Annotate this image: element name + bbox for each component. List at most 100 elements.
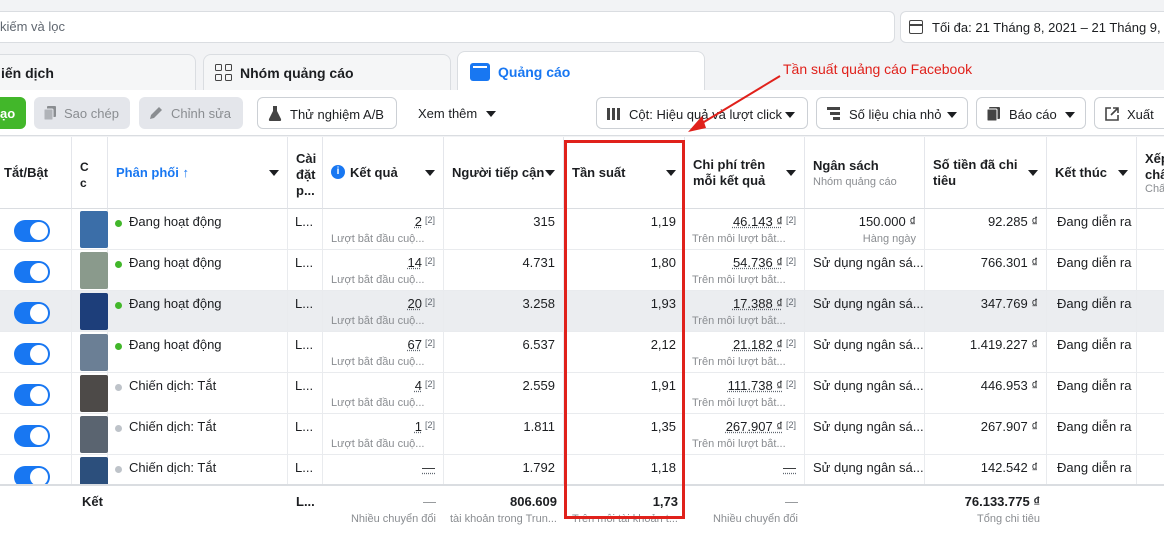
reach-value: 4.731	[522, 255, 555, 270]
chevron-down-icon	[545, 170, 555, 176]
create-button[interactable]: ạo	[0, 97, 26, 129]
header-settings[interactable]: Cài đặt p...	[288, 137, 323, 209]
breakdown-dropdown[interactable]: Số liệu chia nhỏ	[816, 97, 968, 129]
cpr-value[interactable]: —	[783, 460, 796, 475]
cell-toggle	[0, 250, 72, 291]
tab-ads-label: Quảng cáo	[498, 64, 571, 80]
copy-button[interactable]: Sao chép	[34, 97, 130, 129]
on-off-toggle[interactable]	[14, 220, 50, 242]
cell-results: 14 [2] Lượt bắt đầu cuộ...	[323, 250, 444, 291]
annotation-arrow	[688, 75, 781, 132]
cell-cost-per-result: 17.388 ₫ [2] Trên mỗi lượt bắt...	[685, 291, 805, 332]
tab-ad-sets[interactable]: Nhóm quảng cáo	[203, 54, 451, 90]
tab-ads[interactable]: Quảng cáo	[457, 51, 705, 91]
end-value: Đang diễn ra	[1057, 214, 1132, 229]
result-value[interactable]: 2	[415, 214, 422, 229]
chevron-down-icon	[425, 170, 435, 176]
search-placeholder: kiếm và lọc	[0, 19, 66, 34]
cell-end: Đang diễn ra	[1047, 250, 1137, 291]
spent-value: 142.542 ₫	[980, 460, 1038, 475]
cpr-sub: Trên mỗi lượt bắt...	[692, 438, 786, 450]
spent-value: 347.769 ₫	[980, 296, 1038, 311]
ad-thumbnail[interactable]	[80, 334, 108, 371]
cell-amount-spent: 1.419.227 ₫	[925, 332, 1047, 373]
header-results[interactable]: i Kết quả	[323, 137, 444, 209]
end-value: Đang diễn ra	[1057, 337, 1132, 352]
on-off-toggle[interactable]	[14, 425, 50, 447]
header-toggle[interactable]: Tắt/Bật	[0, 137, 72, 209]
cpr-value[interactable]: 21.182 ₫	[733, 337, 783, 352]
on-off-toggle[interactable]	[14, 384, 50, 406]
reach-value: 6.537	[522, 337, 555, 352]
edit-button[interactable]: Chỉnh sửa	[139, 97, 243, 129]
info-icon[interactable]: i	[331, 165, 345, 179]
cell-settings: L...	[288, 250, 323, 291]
header-delivery[interactable]: Phân phối ↑	[108, 137, 288, 209]
budget-value: Sử dụng ngân sá...	[813, 460, 924, 475]
ad-thumbnail[interactable]	[80, 416, 108, 453]
ad-thumbnail[interactable]	[80, 375, 108, 412]
cell-amount-spent: 267.907 ₫	[925, 414, 1047, 455]
cell-toggle	[0, 414, 72, 455]
header-reach[interactable]: Người tiếp cận	[444, 137, 564, 209]
budget-value: Sử dụng ngân sá...	[813, 419, 924, 434]
cell-amount-spent: 347.769 ₫	[925, 291, 1047, 332]
result-value[interactable]: 67	[408, 337, 422, 352]
on-off-toggle[interactable]	[14, 343, 50, 365]
result-value[interactable]: —	[422, 460, 435, 475]
date-range-picker[interactable]: Tối đa: 21 Tháng 8, 2021 – 21 Tháng 9, 2…	[900, 11, 1164, 43]
ab-test-button[interactable]: Thử nghiệm A/B	[257, 97, 397, 129]
cpr-value[interactable]: 267.907 ₫	[726, 419, 783, 434]
reach-value: 2.559	[522, 378, 555, 393]
result-sub: Lượt bắt đầu cuộ...	[331, 438, 425, 450]
cpr-sub: Trên mỗi lượt bắt...	[692, 233, 786, 245]
cell-toggle	[0, 332, 72, 373]
header-cost-per-result[interactable]: Chi phí trên mỗi kết quả	[685, 137, 805, 209]
result-value[interactable]: 4	[415, 378, 422, 393]
cpr-value[interactable]: 17.388 ₫	[733, 296, 783, 311]
cell-delivery	[108, 250, 288, 291]
search-input[interactable]	[0, 11, 895, 43]
ad-thumbnail[interactable]	[80, 293, 108, 330]
cell-budget: Sử dụng ngân sá...	[805, 250, 925, 291]
result-value[interactable]: 14	[408, 255, 422, 270]
cell-toggle	[0, 291, 72, 332]
result-sub: Lượt bắt đầu cuộ...	[331, 315, 425, 327]
header-end[interactable]: Kết thúc	[1047, 137, 1137, 209]
header-amount-spent[interactable]: Số tiền đã chi tiêu	[925, 137, 1047, 209]
breakdown-icon	[827, 107, 840, 120]
summary-cpr: —	[785, 494, 798, 509]
cpr-value[interactable]: 46.143 ₫	[733, 214, 783, 229]
budget-value: Sử dụng ngân sá...	[813, 337, 924, 352]
result-value[interactable]: 1	[415, 419, 422, 434]
cell-end: Đang diễn ra	[1047, 414, 1137, 455]
reach-value: 1.792	[522, 460, 555, 475]
summary-cpr-sub: Nhiều chuyển đổi	[712, 513, 798, 525]
on-off-toggle[interactable]	[14, 261, 50, 283]
summary-settings: L...	[296, 494, 315, 509]
toolbar: ạo Sao chép Chỉnh sửa Thử nghiệm A/B Xem…	[0, 90, 1164, 136]
cpr-value[interactable]: 54.736 ₫	[733, 255, 783, 270]
tab-campaigns[interactable]: iến dịch	[0, 54, 196, 90]
cell-amount-spent: 766.301 ₫	[925, 250, 1047, 291]
chevron-down-icon	[269, 170, 279, 176]
cell-budget: Sử dụng ngân sá...	[805, 373, 925, 414]
cell-delivery	[108, 332, 288, 373]
result-sub: Lượt bắt đầu cuộ...	[331, 233, 425, 245]
header-budget[interactable]: Ngân sách Nhóm quảng cáo	[805, 137, 925, 209]
cell-amount-spent: 446.953 ₫	[925, 373, 1047, 414]
export-button[interactable]: Xuất	[1094, 97, 1164, 129]
cell-settings: L...	[288, 373, 323, 414]
report-dropdown[interactable]: Báo cáo	[976, 97, 1086, 129]
cpr-value[interactable]: 111.738 ₫	[728, 378, 783, 393]
on-off-toggle[interactable]	[14, 302, 50, 324]
ad-thumbnail[interactable]	[80, 211, 108, 248]
result-value[interactable]: 20	[408, 296, 422, 311]
ad-thumbnail[interactable]	[80, 252, 108, 289]
copy-icon	[44, 106, 56, 120]
cell-settings: L...	[288, 332, 323, 373]
cell-results: 20 [2] Lượt bắt đầu cuộ...	[323, 291, 444, 332]
more-dropdown[interactable]: Xem thêm	[410, 97, 502, 129]
header-ranking[interactable]: Xếp chấ Chấ	[1137, 137, 1164, 209]
header-c[interactable]: C c	[72, 137, 108, 209]
